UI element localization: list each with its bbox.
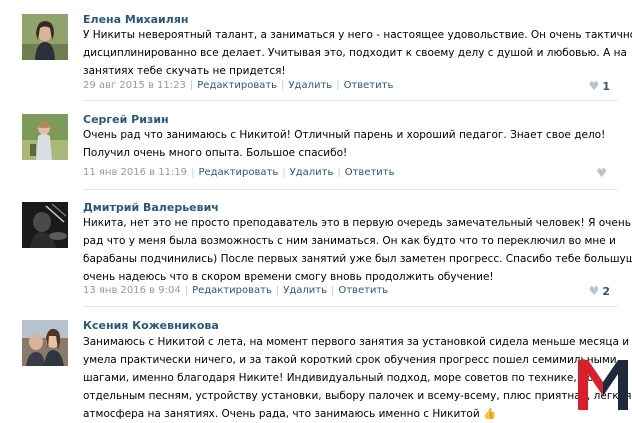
like-button[interactable]: ♥ bbox=[596, 166, 610, 180]
comment-line: атмосфера на занятиях. Очень рада, что з… bbox=[83, 408, 497, 420]
divider bbox=[83, 189, 618, 190]
avatar[interactable] bbox=[22, 14, 68, 60]
divider bbox=[83, 100, 618, 101]
heart-icon: ♥ bbox=[596, 166, 607, 180]
m-logo bbox=[574, 356, 632, 410]
comment-line: Очень рад что занимаюсь с Никитой! Отлич… bbox=[83, 129, 606, 141]
comment-line: дисциплинированно все делает. Учитывая э… bbox=[83, 47, 627, 59]
divider bbox=[83, 306, 618, 307]
comment-line: рад что у меня была возможность с ним за… bbox=[83, 235, 616, 247]
reply-link[interactable]: Ответить bbox=[344, 80, 394, 91]
like-button[interactable]: ♥ 1 bbox=[589, 79, 610, 93]
comment-line: Получил очень много опыта. Большое спаси… bbox=[83, 147, 348, 159]
heart-icon: ♥ bbox=[588, 284, 600, 298]
comment-line: Занимаюсь с Никитой с лета, на момент пе… bbox=[83, 336, 632, 348]
comment-text: Очень рад что занимаюсь с Никитой! Отлич… bbox=[83, 126, 606, 162]
like-count: 1 bbox=[602, 80, 610, 93]
avatar[interactable] bbox=[22, 320, 68, 366]
comment-line: умела практически ничего, и за такой кор… bbox=[83, 354, 617, 366]
delete-link[interactable]: Удалить bbox=[288, 80, 332, 91]
comment-line: барабаны подчинились) После первых занят… bbox=[83, 253, 632, 265]
comment-meta: 11 янв 2016 в 11:19 | Редактировать | Удалит… bbox=[83, 167, 395, 178]
edit-link[interactable]: Редактировать bbox=[198, 167, 278, 178]
comment-meta: 29 авг 2015 в 11:23 | Редактировать | Удалит… bbox=[83, 80, 394, 91]
comment-line: занятиях тебе скучать не придется! bbox=[83, 65, 286, 77]
comment-line: Никита, нет это не просто преподаватель … bbox=[83, 217, 631, 229]
comment-text: Никита, нет это не просто преподаватель … bbox=[83, 214, 632, 286]
author-name[interactable]: Ксения Кожевникова bbox=[83, 319, 219, 332]
avatar[interactable] bbox=[22, 114, 68, 160]
comment-line: отдельным песням, устройству установки, … bbox=[83, 390, 632, 402]
author-name[interactable]: Елена Михаилян bbox=[83, 13, 188, 26]
comment-line: У Никиты невероятный талант, а заниматьс… bbox=[83, 29, 632, 41]
comment-text: У Никиты невероятный талант, а заниматьс… bbox=[83, 26, 632, 80]
comment-date[interactable]: 13 янв 2016 в 9:04 bbox=[83, 285, 181, 296]
comment-line: шагами, именно благодаря Никите! Индивид… bbox=[83, 372, 594, 384]
comment-date[interactable]: 11 янв 2016 в 11:19 bbox=[83, 167, 187, 178]
comment-line: очень надеюсь что в скором времени смогу… bbox=[83, 271, 494, 283]
comment-meta: 13 янв 2016 в 9:04 | Редактировать | Удалить… bbox=[83, 285, 389, 296]
heart-icon: ♥ bbox=[588, 79, 600, 93]
reply-link[interactable]: Ответить bbox=[338, 285, 388, 296]
delete-link[interactable]: Удалить bbox=[283, 285, 327, 296]
delete-link[interactable]: Удалить bbox=[290, 167, 334, 178]
edit-link[interactable]: Редактировать bbox=[192, 285, 272, 296]
like-count: 2 bbox=[602, 285, 610, 298]
comment-date[interactable]: 29 авг 2015 в 11:23 bbox=[83, 80, 186, 91]
author-name[interactable]: Сергей Ризин bbox=[83, 113, 169, 126]
reply-link[interactable]: Ответить bbox=[345, 167, 395, 178]
avatar[interactable] bbox=[22, 202, 68, 248]
like-button[interactable]: ♥ 2 bbox=[589, 284, 610, 298]
author-name[interactable]: Дмитрий Валерьевич bbox=[83, 201, 219, 214]
edit-link[interactable]: Редактировать bbox=[197, 80, 277, 91]
